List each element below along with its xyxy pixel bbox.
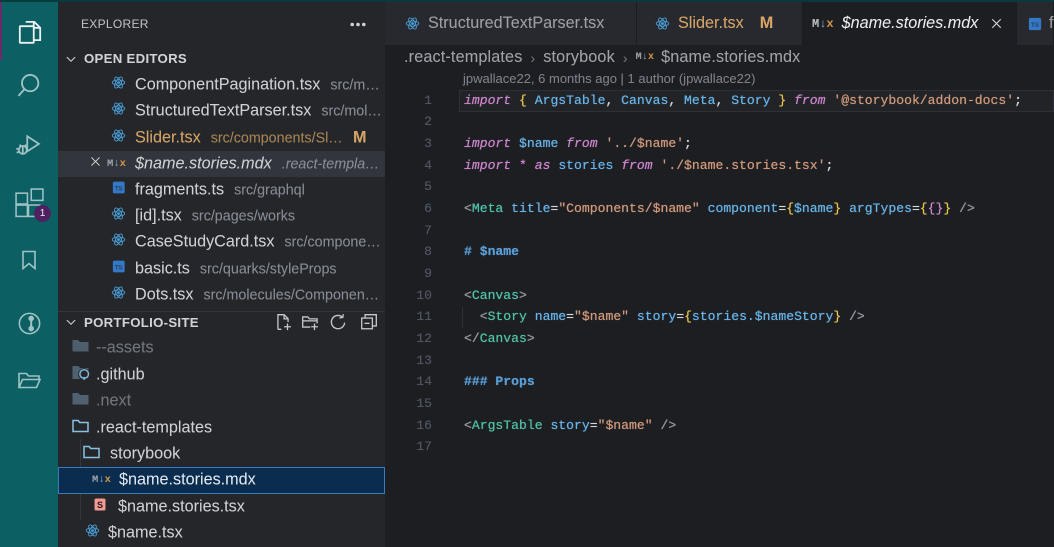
- svg-text:TS: TS: [1031, 22, 1040, 29]
- svg-text:S: S: [97, 500, 103, 510]
- svg-text:TS: TS: [115, 185, 123, 192]
- svg-text:TS: TS: [115, 264, 123, 271]
